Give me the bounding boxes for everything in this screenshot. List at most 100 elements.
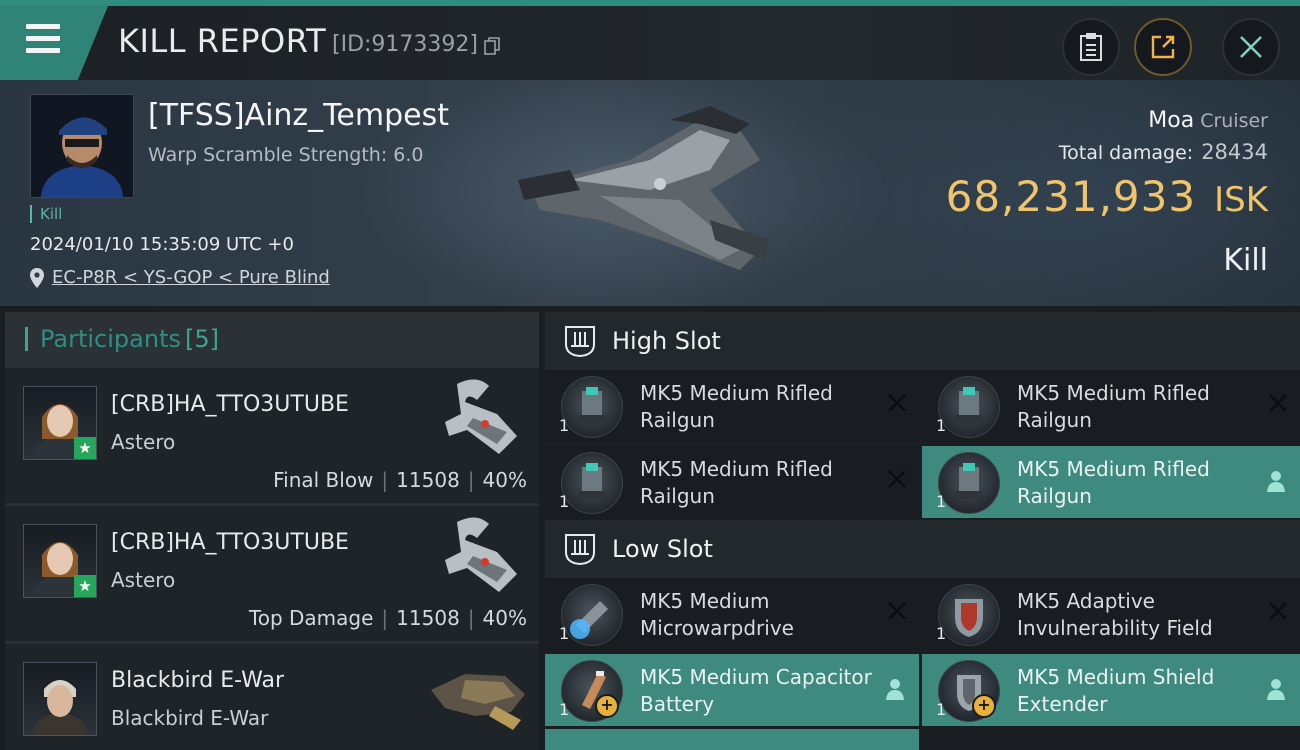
participant-role: Final Blow <box>273 468 374 492</box>
isk-unit: ISK <box>1214 180 1268 220</box>
destroyed-x-icon <box>888 470 906 488</box>
ship-class: Cruiser <box>1200 110 1268 132</box>
participants-label: Participants <box>40 325 181 353</box>
report-id: [ID:9173392] <box>332 32 478 57</box>
high-slot-header: High Slot <box>545 312 1300 370</box>
plus-badge-icon: + <box>972 694 996 718</box>
total-damage-label: Total damage: <box>1058 142 1194 164</box>
menu-button[interactable] <box>0 6 108 80</box>
module-quantity: 1 <box>559 416 570 435</box>
pilot-portrait <box>31 95 133 197</box>
participant-avatar[interactable]: ★ <box>23 524 97 598</box>
warp-scramble-strength: Warp Scramble Strength: 6.0 <box>148 144 424 166</box>
participant-damage: 11508 <box>396 606 460 630</box>
destroyed-x-icon <box>1269 602 1287 620</box>
module-slot[interactable]: + 1 MK5 Medium Capacitor Battery <box>545 654 919 726</box>
participant-damage: 11508 <box>396 468 460 492</box>
result-label: Kill <box>1223 243 1268 278</box>
destroyed-x-icon <box>1269 394 1287 412</box>
participant-ship-image <box>431 674 525 730</box>
participant-name[interactable]: [CRB]HA_TTO3UTUBE <box>111 530 349 555</box>
victim-ship: Moa Cruiser <box>1148 108 1268 133</box>
kill-tag: Kill <box>30 205 62 223</box>
module-slot[interactable]: 1 MK5 Medium Rifled Railgun <box>545 446 919 518</box>
module-quantity: 1 <box>936 624 947 643</box>
plus-badge-icon: + <box>595 694 619 718</box>
railgun-icon <box>561 376 623 438</box>
module-slot[interactable]: 1 MK5 Adaptive Invulnerability Field <box>922 578 1300 650</box>
module-slot-partial[interactable] <box>922 729 1300 750</box>
high-slot-title: High Slot <box>612 327 721 355</box>
participant-ship-image <box>445 379 517 454</box>
module-quantity: 1 <box>936 492 947 511</box>
participant-portrait <box>32 680 88 735</box>
participant-avatar[interactable] <box>23 662 97 736</box>
participant-name[interactable]: Blackbird E-War <box>111 668 284 693</box>
close-button[interactable] <box>1222 18 1280 76</box>
clipboard-button[interactable] <box>1062 18 1120 76</box>
module-quantity: 1 <box>559 700 570 719</box>
participants-panel: Participants [5] ★ [CRB]HA_TTO3UTUBE Aste… <box>5 312 539 750</box>
close-icon <box>1240 36 1262 58</box>
copy-icon[interactable] <box>484 37 500 55</box>
low-slot-title: Low Slot <box>612 535 713 563</box>
participant-avatar[interactable]: ★ <box>23 386 97 460</box>
clipboard-icon <box>1080 33 1102 61</box>
participant-ship: Blackbird E-War <box>111 706 269 730</box>
final-blow-star-icon: ★ <box>74 437 96 459</box>
module-name: MK5 Medium Microwarpdrive <box>640 589 794 640</box>
module-slot-partial[interactable] <box>545 729 919 750</box>
participant-stats: Top Damage | 11508 | 40% <box>248 606 527 630</box>
kill-datetime: 2024/01/10 15:35:09 UTC +0 <box>30 234 294 255</box>
share-button[interactable] <box>1134 18 1192 76</box>
destroyed-x-icon <box>888 602 906 620</box>
module-name: MK5 Medium Rifled Railgun <box>1017 381 1210 432</box>
victim-ship-image <box>518 106 770 270</box>
module-name: MK5 Adaptive Invulnerability Field <box>1017 589 1213 640</box>
ship-name[interactable]: Moa <box>1148 108 1194 133</box>
total-damage-value: 28434 <box>1201 140 1268 164</box>
low-slot-header: Low Slot <box>545 520 1300 578</box>
module-slot[interactable]: 1 MK5 Medium Rifled Railgun <box>545 370 919 442</box>
victim-name[interactable]: [TFSS]Ainz_Tempest <box>148 98 449 133</box>
module-quantity: 1 <box>936 700 947 719</box>
victim-banner: [TFSS]Ainz_Tempest Warp Scramble Strengt… <box>0 80 1300 306</box>
module-name: MK5 Medium Rifled Railgun <box>640 457 833 508</box>
participant-ship: Astero <box>111 430 176 454</box>
railgun-icon <box>938 452 1000 514</box>
module-slot[interactable]: 1 MK5 Medium Microwarpdrive <box>545 578 919 650</box>
star-icon: ★ <box>74 575 96 597</box>
participants-count: [5] <box>184 325 219 353</box>
module-slot[interactable]: 1 MK5 Medium Rifled Railgun <box>922 370 1300 442</box>
low-slot-icon <box>565 534 595 566</box>
participant-row[interactable]: ★ [CRB]HA_TTO3UTUBE Astero Top Damage | 11… <box>5 506 539 644</box>
participant-stats: Final Blow | 11508 | 40% <box>273 468 527 492</box>
participant-percent: 40% <box>482 468 527 492</box>
module-slot[interactable]: + 1 MK5 Medium Shield Extender <box>922 654 1300 726</box>
railgun-icon <box>561 452 623 514</box>
module-quantity: 1 <box>559 492 570 511</box>
share-icon <box>1151 35 1175 59</box>
page-title: KILL REPORT <box>118 22 327 60</box>
participant-row[interactable]: ★ [CRB]HA_TTO3UTUBE Astero Final Blow | 11… <box>5 368 539 506</box>
module-quantity: 1 <box>936 416 947 435</box>
kill-location[interactable]: EC-P8R < YS-GOP < Pure Blind <box>30 267 330 288</box>
dropped-person-icon <box>1267 679 1285 700</box>
total-damage: Total damage: 28434 <box>1059 140 1268 164</box>
participant-name[interactable]: [CRB]HA_TTO3UTUBE <box>111 392 349 417</box>
destroyed-x-icon <box>888 394 906 412</box>
module-quantity: 1 <box>559 624 570 643</box>
railgun-icon <box>938 376 1000 438</box>
header-bar: KILL REPORT [ID:9173392] <box>0 6 1300 80</box>
participant-ship: Astero <box>111 568 176 592</box>
location-link[interactable]: EC-P8R < YS-GOP < Pure Blind <box>52 267 330 288</box>
participant-ship-image <box>445 517 517 592</box>
module-name: MK5 Medium Rifled Railgun <box>640 381 833 432</box>
dropped-person-icon <box>1267 471 1285 492</box>
module-slot[interactable]: 1 MK5 Medium Rifled Railgun <box>922 446 1300 518</box>
victim-avatar[interactable] <box>30 94 134 198</box>
module-name: MK5 Medium Capacitor Battery <box>640 665 872 716</box>
participant-row[interactable]: Blackbird E-War Blackbird E-War <box>5 644 539 750</box>
high-slot-icon <box>565 326 595 358</box>
isk-amount: 68,231,933 <box>945 172 1197 221</box>
